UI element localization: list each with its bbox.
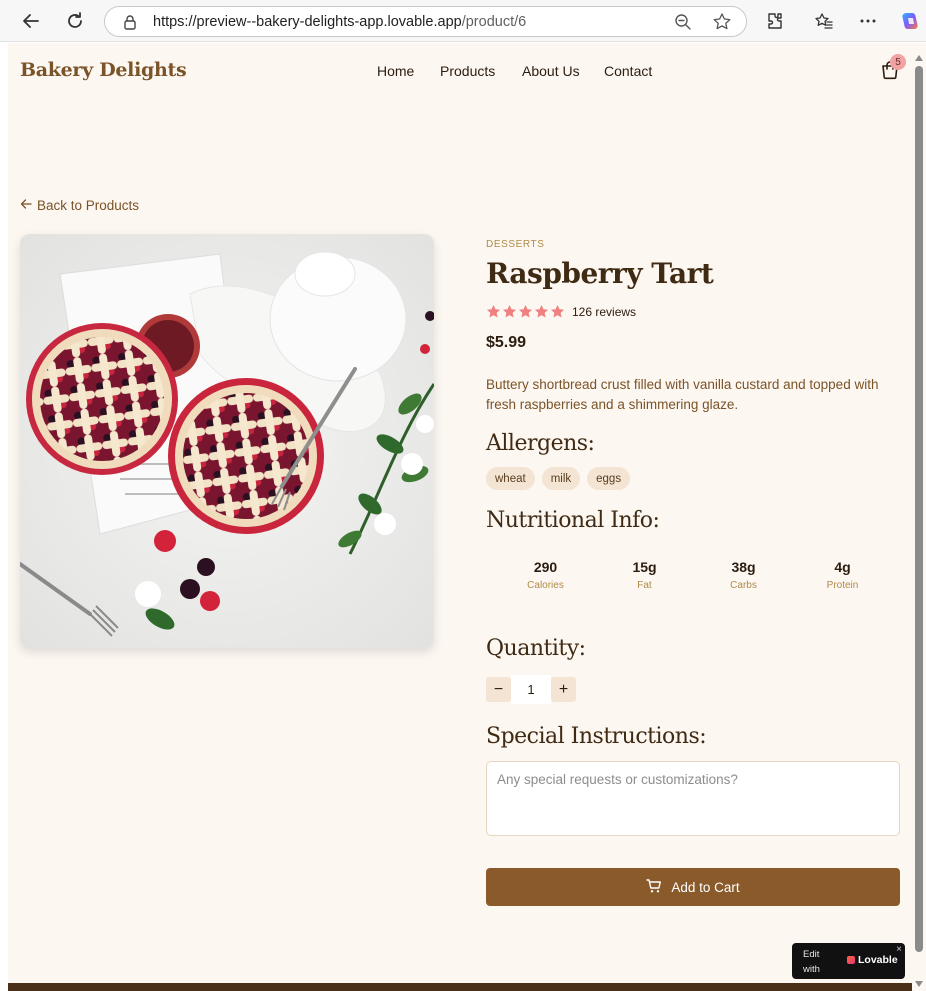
nav-about-us[interactable]: About Us	[522, 63, 580, 79]
lock-icon[interactable]	[123, 14, 137, 34]
extensions-icon[interactable]	[763, 9, 787, 33]
nutrition-item-fat: 15g Fat	[595, 559, 694, 591]
nutrition-label: Carbs	[730, 580, 757, 591]
back-link-label: Back to Products	[37, 198, 140, 213]
star-icon	[486, 305, 501, 318]
shopping-cart-icon	[646, 878, 662, 897]
nutrition-item-protein: 4g Protein	[793, 559, 892, 591]
brand-logo[interactable]: Bakery Delights	[20, 59, 187, 81]
zoom-out-icon[interactable]	[674, 13, 692, 35]
nutrition-value: 290	[533, 559, 558, 575]
cart-count-badge: 5	[890, 54, 906, 70]
scroll-up-arrow-icon[interactable]	[914, 47, 924, 66]
browser-toolbar: https://preview--bakery-delights-app.lov…	[0, 0, 926, 42]
quantity-input[interactable]: 1	[511, 675, 551, 704]
product-category: DESSERTS	[486, 239, 545, 250]
product-price: $5.99	[486, 334, 527, 351]
nutrition-value: 4g	[834, 559, 851, 575]
copilot-icon[interactable]	[898, 9, 922, 33]
product-title: Raspberry Tart	[486, 257, 714, 290]
close-icon[interactable]: ×	[896, 944, 902, 955]
quantity-heading: Quantity:	[486, 636, 586, 661]
nutrition-label: Protein	[826, 580, 859, 591]
favorite-star-icon[interactable]	[712, 12, 732, 36]
review-count[interactable]: 126 reviews	[572, 305, 636, 319]
nutrition-item-carbs: 38g Carbs	[694, 559, 793, 591]
nutrition-label: Fat	[637, 580, 652, 591]
edit-with-lovable-badge[interactable]: Edit with Lovable ×	[792, 943, 905, 979]
nutrition-value: 15g	[632, 559, 657, 575]
arrow-left-icon	[20, 198, 32, 213]
back-arrow-icon[interactable]	[19, 9, 43, 33]
scrollbar-thumb[interactable]	[915, 66, 923, 952]
nav-products[interactable]: Products	[440, 63, 495, 79]
product-page: Bakery Delights Home Products About Us C…	[8, 43, 912, 991]
special-instructions-textarea[interactable]: Any special requests or customizations?	[486, 761, 900, 836]
rating-stars	[486, 304, 565, 319]
product-image	[20, 234, 434, 648]
star-icon	[550, 305, 565, 318]
nav-home[interactable]: Home	[377, 63, 414, 79]
lovable-heart-icon	[847, 956, 855, 964]
footer-bar	[8, 983, 912, 991]
allergen-chip: eggs	[587, 467, 631, 490]
quantity-stepper: − 1 +	[486, 675, 576, 704]
add-to-cart-button[interactable]: Add to Cart	[486, 868, 900, 906]
nav-contact[interactable]: Contact	[604, 63, 652, 79]
product-description: Buttery shortbread crust filled with van…	[486, 377, 879, 412]
window-edge	[0, 43, 8, 991]
decrease-quantity-button[interactable]: −	[486, 677, 511, 702]
favorites-icon[interactable]	[812, 9, 836, 33]
more-menu-icon[interactable]	[856, 9, 880, 33]
nutrition-item-calories: 290 Calories	[496, 559, 595, 591]
lovable-logo: Lovable	[847, 954, 898, 966]
allergens-heading: Allergens:	[486, 431, 595, 456]
reload-icon[interactable]	[63, 9, 87, 33]
nutrition-grid: 290 Calories 15g Fat 38g Carbs 4g Protei…	[496, 559, 892, 591]
add-to-cart-label: Add to Cart	[671, 879, 740, 895]
allergen-chip: wheat	[486, 467, 535, 490]
increase-quantity-button[interactable]: +	[551, 677, 576, 702]
nutrition-heading: Nutritional Info:	[486, 508, 660, 533]
nutrition-value: 38g	[731, 559, 756, 575]
scroll-down-arrow-icon[interactable]	[914, 973, 924, 991]
nutrition-label: Calories	[527, 580, 564, 591]
address-bar[interactable]: https://preview--bakery-delights-app.lov…	[104, 6, 747, 37]
edit-with-label: Edit with	[803, 949, 820, 975]
url-text: https://preview--bakery-delights-app.lov…	[153, 14, 527, 30]
back-to-products-link[interactable]: Back to Products	[20, 198, 139, 213]
allergen-chip: milk	[541, 467, 581, 490]
star-icon	[502, 305, 517, 318]
star-icon	[518, 305, 533, 318]
special-instructions-heading: Special Instructions:	[486, 724, 707, 749]
star-icon	[534, 305, 549, 318]
allergen-list: wheat milk eggs	[486, 467, 631, 490]
